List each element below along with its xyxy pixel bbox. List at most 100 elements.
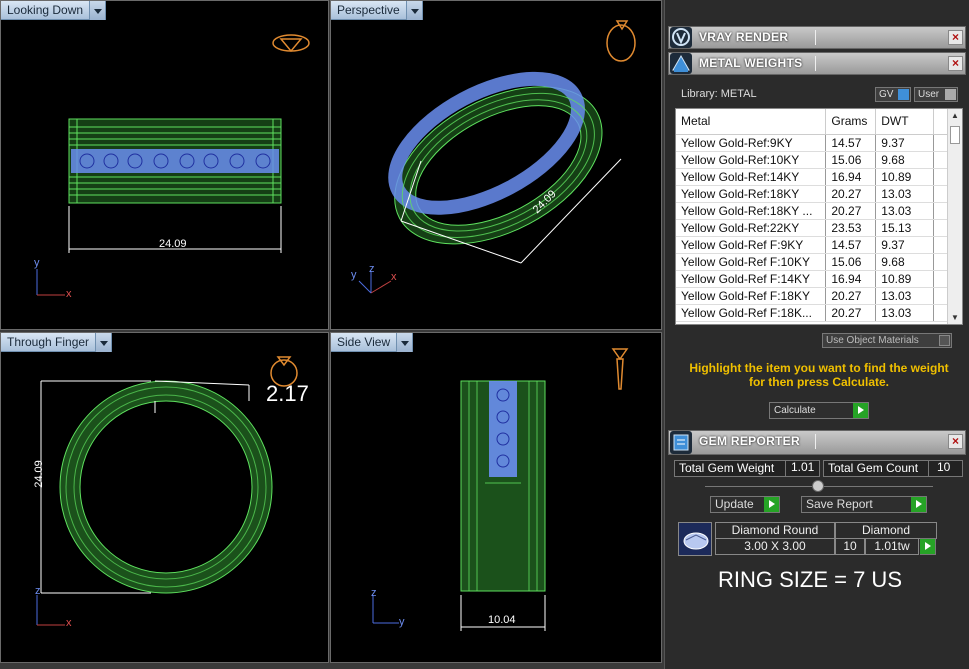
view-cube-icon bbox=[606, 20, 636, 62]
cell-grams: 16.94 bbox=[825, 168, 877, 186]
viewport-side-view[interactable]: 10.04 z y Side View bbox=[330, 332, 662, 663]
gem-size: 3.00 X 3.00 bbox=[715, 538, 835, 555]
view-cube-icon bbox=[272, 34, 310, 53]
viewport-title-through-finger[interactable]: Through Finger bbox=[1, 333, 113, 352]
use-object-materials-checkbox[interactable]: Use Object Materials bbox=[822, 333, 952, 348]
column-header-grams[interactable]: Grams bbox=[825, 109, 877, 135]
table-row[interactable]: Yellow Gold-Ref F:10KY 15.06 9.68 bbox=[676, 253, 948, 271]
cell-dwt: 13.03 bbox=[875, 202, 935, 220]
gem-count: 10 bbox=[835, 538, 865, 555]
cell-dwt: 13.03 bbox=[875, 304, 935, 322]
close-icon[interactable]: × bbox=[948, 30, 963, 45]
cell-grams: 16.94 bbox=[825, 270, 877, 288]
cell-dwt: 9.68 bbox=[875, 253, 935, 271]
close-icon[interactable]: × bbox=[948, 434, 963, 449]
table-row[interactable]: Yellow Gold-Ref:9KY 14.57 9.37 bbox=[676, 134, 948, 152]
gem-channel bbox=[489, 381, 517, 477]
gem-name: Diamond Round bbox=[715, 522, 835, 539]
cell-grams: 14.57 bbox=[825, 134, 877, 152]
cell-metal: Yellow Gold-Ref F:9KY bbox=[676, 236, 827, 254]
axis-y-label: y bbox=[351, 269, 357, 281]
scroll-down-icon[interactable]: ▼ bbox=[951, 313, 959, 322]
chevron-down-icon[interactable] bbox=[95, 333, 112, 352]
close-icon[interactable]: × bbox=[948, 56, 963, 71]
perspective-wireframe bbox=[358, 20, 636, 294]
panel-grip[interactable] bbox=[815, 56, 945, 71]
viewport-title-looking-down[interactable]: Looking Down bbox=[1, 1, 107, 20]
gem-select-button[interactable] bbox=[920, 538, 936, 555]
cell-spacer bbox=[933, 253, 948, 271]
play-icon bbox=[920, 539, 935, 554]
metal-icon bbox=[670, 53, 692, 74]
cell-dwt: 9.37 bbox=[875, 134, 935, 152]
viewport-looking-down[interactable]: 24.09 y x Looking Down bbox=[0, 0, 329, 330]
total-gem-count-value: 10 bbox=[928, 460, 962, 477]
cell-metal: Yellow Gold-Ref:10KY bbox=[676, 151, 827, 169]
viewport-title-perspective[interactable]: Perspective bbox=[331, 1, 423, 20]
cell-spacer bbox=[933, 236, 948, 254]
cell-metal: Yellow Gold-Ref:22KY bbox=[676, 219, 827, 237]
column-header-metal[interactable]: Metal bbox=[676, 109, 827, 135]
ring-size-label: RING SIZE = 7 US bbox=[718, 567, 902, 592]
viewport-through-finger[interactable]: 24.09 2.17 z x Through Finger bbox=[0, 332, 329, 663]
cell-dwt: 10.89 bbox=[875, 270, 935, 288]
gem-reporter-header[interactable]: GEM REPORTER × bbox=[668, 430, 966, 455]
gv-toggle[interactable]: GV bbox=[875, 87, 911, 102]
table-header-row: Metal Grams DWT bbox=[676, 109, 948, 135]
scroll-thumb[interactable] bbox=[950, 126, 960, 144]
scroll-up-icon[interactable]: ▲ bbox=[951, 111, 959, 120]
cell-metal: Yellow Gold-Ref F:10KY bbox=[676, 253, 827, 271]
cell-grams: 14.57 bbox=[825, 236, 877, 254]
table-row[interactable]: Yellow Gold-Ref F:18K... 20.27 13.03 bbox=[676, 304, 948, 322]
cell-dwt: 9.68 bbox=[875, 151, 935, 169]
toggle-icon bbox=[945, 89, 956, 100]
calculate-button[interactable]: Calculate bbox=[769, 402, 869, 419]
viewport-title-side-view[interactable]: Side View bbox=[331, 333, 414, 352]
vray-render-header[interactable]: VRAY RENDER × bbox=[668, 26, 966, 49]
cell-metal: Yellow Gold-Ref:18KY bbox=[676, 185, 827, 203]
update-button[interactable]: Update bbox=[710, 496, 780, 513]
looking-down-wireframe bbox=[36, 34, 310, 296]
cell-metal: Yellow Gold-Ref:18KY ... bbox=[676, 202, 827, 220]
cell-dwt: 15.13 bbox=[875, 219, 935, 237]
table-row[interactable]: Yellow Gold-Ref F:18KY 20.27 13.03 bbox=[676, 287, 948, 305]
vray-icon bbox=[670, 27, 692, 48]
panel-title: METAL WEIGHTS bbox=[699, 56, 803, 70]
panel-title: GEM REPORTER bbox=[699, 434, 800, 448]
user-toggle[interactable]: User bbox=[914, 87, 958, 102]
gem-type: Diamond bbox=[835, 522, 937, 539]
chevron-down-icon[interactable] bbox=[396, 333, 413, 352]
table-row[interactable]: Yellow Gold-Ref F:9KY 14.57 9.37 bbox=[676, 236, 948, 254]
panel-grip[interactable] bbox=[815, 30, 945, 45]
chevron-down-icon[interactable] bbox=[405, 1, 422, 20]
total-gem-count-field: Total Gem Count 10 bbox=[823, 460, 963, 477]
axis-x-label: x bbox=[66, 288, 72, 300]
table-scrollbar[interactable]: ▲ ▼ bbox=[947, 109, 962, 324]
gem-list-item[interactable]: Diamond Round 3.00 X 3.00 Diamond 10 1.0… bbox=[675, 519, 962, 559]
cell-spacer bbox=[933, 134, 948, 152]
cell-metal: Yellow Gold-Ref:14KY bbox=[676, 168, 827, 186]
viewport-perspective[interactable]: 24.09 z y x Perspective bbox=[330, 0, 662, 330]
column-header-dwt[interactable]: DWT bbox=[875, 109, 935, 135]
axis-z-label: z bbox=[371, 587, 377, 599]
table-row[interactable]: Yellow Gold-Ref:18KY ... 20.27 13.03 bbox=[676, 202, 948, 220]
save-report-button[interactable]: Save Report bbox=[801, 496, 927, 513]
metal-weights-header[interactable]: METAL WEIGHTS × bbox=[668, 52, 966, 75]
chevron-down-icon[interactable] bbox=[89, 1, 106, 20]
cell-spacer bbox=[933, 287, 948, 305]
panel-grip[interactable] bbox=[815, 434, 945, 449]
gem-channel bbox=[71, 149, 279, 173]
table-row[interactable]: Yellow Gold-Ref:14KY 16.94 10.89 bbox=[676, 168, 948, 186]
table-row[interactable]: Yellow Gold-Ref F:14KY 16.94 10.89 bbox=[676, 270, 948, 288]
axis-y-label: y bbox=[399, 616, 405, 628]
cell-dwt: 10.89 bbox=[875, 168, 935, 186]
cell-grams: 23.53 bbox=[825, 219, 877, 237]
view-cube-icon bbox=[611, 348, 629, 390]
axis-z-label: z bbox=[369, 263, 375, 275]
table-row[interactable]: Yellow Gold-Ref:22KY 23.53 15.13 bbox=[676, 219, 948, 237]
slider-handle[interactable] bbox=[812, 480, 824, 492]
table-row[interactable]: Yellow Gold-Ref:18KY 20.27 13.03 bbox=[676, 185, 948, 203]
metal-table[interactable]: Metal Grams DWT Yellow Gold-Ref:9KY 14.57… bbox=[675, 108, 963, 325]
table-row[interactable]: Yellow Gold-Ref:10KY 15.06 9.68 bbox=[676, 151, 948, 169]
cell-spacer bbox=[933, 270, 948, 288]
